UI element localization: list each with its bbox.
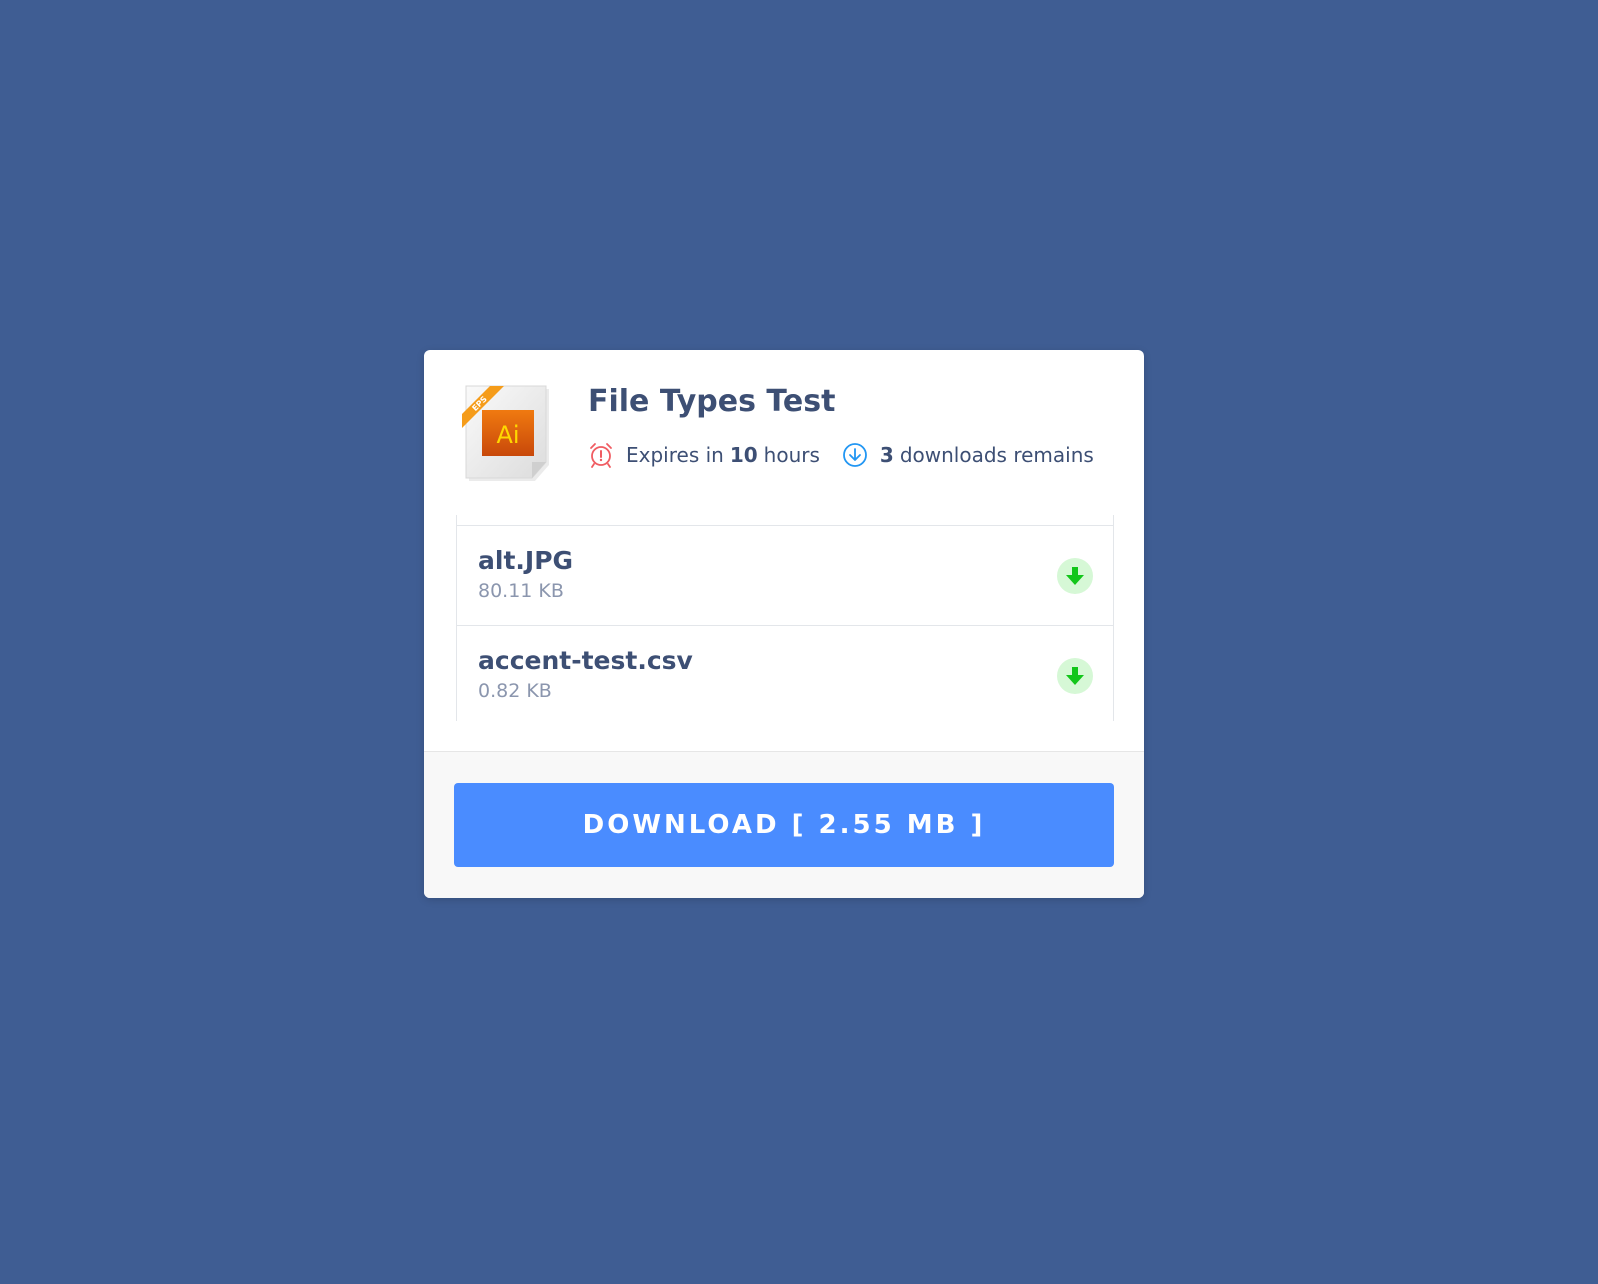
expires-prefix: Expires in — [626, 443, 724, 467]
expires-info: Expires in 10 hours — [588, 442, 820, 468]
file-meta: Expires in 10 hours 3 downloads remains — [588, 442, 1094, 468]
file-size: 0.82 KB — [478, 680, 552, 702]
downloads-suffix: downloads remains — [899, 443, 1094, 467]
file-list[interactable]: alt.JPG 80.11 KB accent-test.csv 0.82 KB — [456, 515, 1114, 721]
card-footer: DOWNLOAD [ 2.55 MB ] — [424, 751, 1144, 898]
list-item: alt.JPG 80.11 KB — [457, 525, 1113, 626]
downloads-info: 3 downloads remains — [842, 442, 1094, 468]
downloads-value: 3 — [879, 443, 894, 467]
file-type-icon: Ai EPS — [460, 382, 560, 482]
expires-suffix: hours — [763, 443, 820, 467]
file-name: accent-test.csv — [478, 646, 693, 675]
file-size: 80.11 KB — [478, 580, 564, 602]
file-name: alt.JPG — [478, 546, 574, 575]
download-arrow-icon — [1066, 667, 1084, 685]
file-download-button[interactable] — [1057, 658, 1093, 694]
share-card: Ai EPS File Types Test Expires in 10 hou… — [424, 350, 1144, 898]
file-download-button[interactable] — [1057, 558, 1093, 594]
expires-value: 10 — [729, 443, 758, 467]
file-icon-text: Ai — [496, 421, 519, 449]
alarm-clock-icon — [588, 442, 614, 468]
page-title: File Types Test — [588, 384, 836, 419]
card-header: Ai EPS File Types Test Expires in 10 hou… — [424, 350, 1144, 515]
download-arrow-icon — [1066, 567, 1084, 585]
list-item: accent-test.csv 0.82 KB — [457, 625, 1113, 726]
download-all-button[interactable]: DOWNLOAD [ 2.55 MB ] — [454, 783, 1114, 867]
download-circle-icon — [842, 442, 868, 468]
